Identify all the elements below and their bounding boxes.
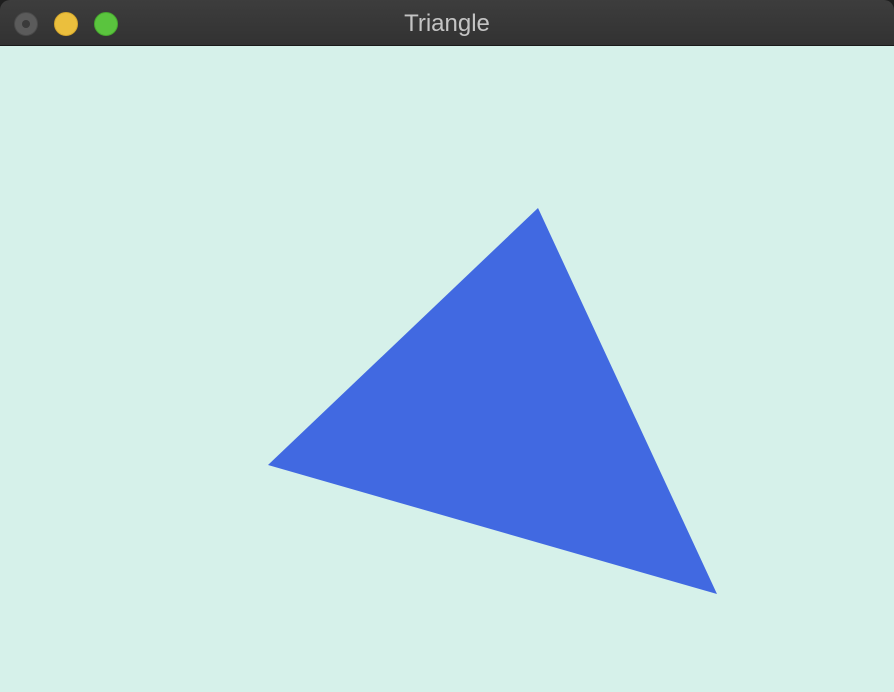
title-bar[interactable]: Triangle <box>0 0 894 46</box>
window-title: Triangle <box>404 10 490 37</box>
close-button[interactable] <box>14 12 38 36</box>
canvas-drawing <box>268 208 717 594</box>
zoom-button[interactable] <box>94 12 118 36</box>
render-canvas <box>0 46 894 692</box>
triangle-shape <box>268 208 717 594</box>
app-window: Triangle <box>0 0 894 692</box>
minimize-button[interactable] <box>54 12 78 36</box>
close-icon <box>22 20 30 28</box>
